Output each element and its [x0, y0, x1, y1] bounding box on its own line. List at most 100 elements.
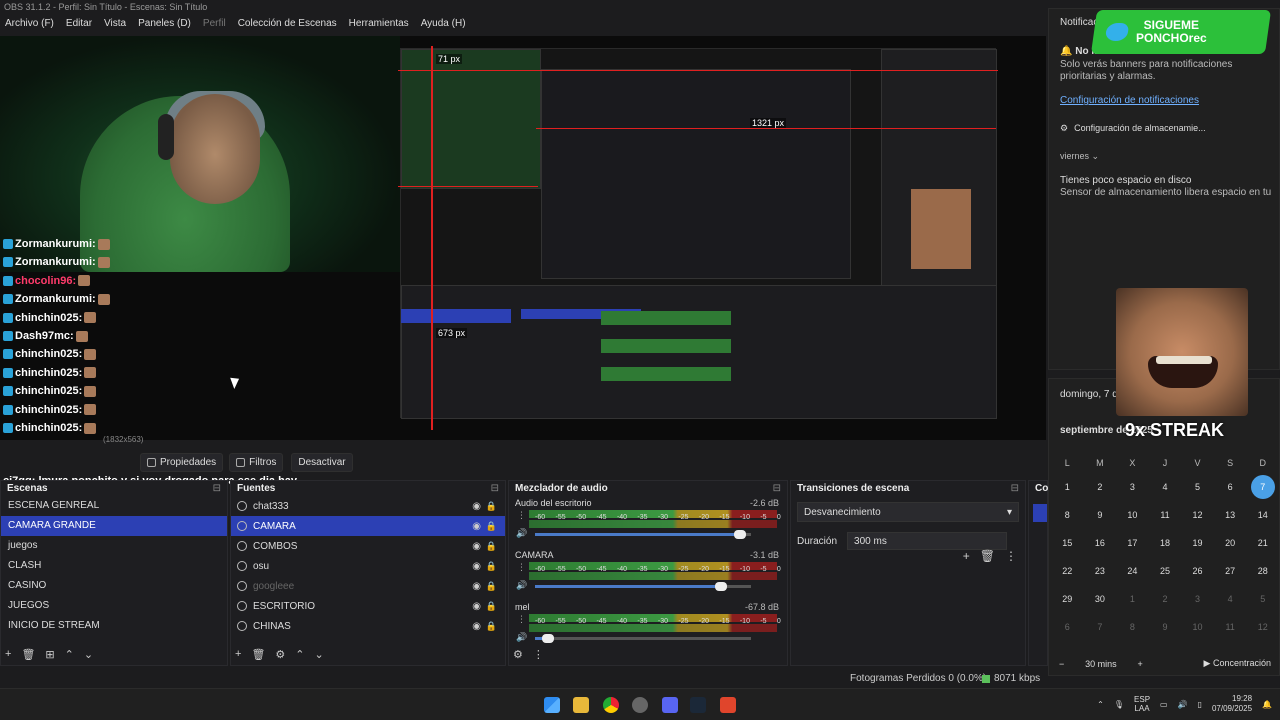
- calendar-day[interactable]: 15: [1051, 530, 1084, 556]
- calendar-day[interactable]: 25: [1149, 558, 1182, 584]
- mixer-more-icon[interactable]: ⋮: [533, 648, 544, 661]
- calendar-day[interactable]: 13: [1214, 502, 1247, 528]
- start-streaming-button[interactable]: [1033, 504, 1047, 522]
- notif-day-group[interactable]: viernes ⌄: [1060, 151, 1099, 162]
- volume-knob[interactable]: [734, 530, 747, 539]
- visibility-eye-icon[interactable]: ◉: [472, 561, 481, 572]
- calendar-day[interactable]: 3: [1181, 586, 1214, 612]
- calendar-day[interactable]: 3: [1116, 474, 1149, 500]
- calendar-day[interactable]: 30: [1084, 586, 1117, 612]
- calendar-day[interactable]: 1: [1116, 586, 1149, 612]
- move-down-button[interactable]: ⌄: [84, 648, 93, 661]
- dock-menu-icon[interactable]: ⊟: [213, 483, 221, 494]
- calendar-day[interactable]: 16: [1084, 530, 1117, 556]
- remove-source-button[interactable]: 🗑: [251, 648, 265, 661]
- calendar-day[interactable]: 5: [1181, 474, 1214, 500]
- scene-item[interactable]: CLASH: [1, 556, 227, 576]
- focus-minus-button[interactable]: −: [1059, 659, 1064, 669]
- calendar-day[interactable]: 4: [1149, 474, 1182, 500]
- calendar-day[interactable]: 18: [1149, 530, 1182, 556]
- disk-warning-title[interactable]: Tienes poco espacio en disco: [1060, 175, 1191, 186]
- calendar-day[interactable]: 14: [1246, 502, 1279, 528]
- visibility-eye-icon[interactable]: ◉: [472, 541, 481, 552]
- source-item[interactable]: CHINAS ◉ 🔒: [231, 616, 505, 636]
- calendar-day[interactable]: 1: [1051, 474, 1084, 500]
- chrome-icon[interactable]: [603, 697, 619, 713]
- scene-item[interactable]: JUEGOS: [1, 596, 227, 616]
- dock-menu-icon[interactable]: ⊟: [1011, 483, 1019, 494]
- lock-icon[interactable]: 🔒: [486, 541, 497, 552]
- calendar-day[interactable]: 11: [1214, 614, 1247, 640]
- lock-icon[interactable]: 🔒: [486, 501, 497, 512]
- volume-knob[interactable]: [541, 634, 554, 643]
- scene-item[interactable]: CAMARA GRANDE: [1, 516, 227, 536]
- volume-slider[interactable]: [535, 530, 751, 539]
- source-item[interactable]: CAMARA ◉ 🔒: [231, 516, 505, 536]
- lock-icon[interactable]: 🔒: [486, 561, 497, 572]
- clock[interactable]: 19:28 07/09/2025: [1212, 694, 1252, 714]
- move-down-button[interactable]: ⌄: [315, 648, 324, 661]
- source-item[interactable]: googleee ◉ 🔒: [231, 576, 505, 596]
- scene-item[interactable]: INICIO DE STREAM: [1, 616, 227, 636]
- calendar-day[interactable]: 8: [1116, 614, 1149, 640]
- channel-menu-icon[interactable]: ⋮: [517, 510, 526, 521]
- file-explorer-icon[interactable]: [573, 697, 589, 713]
- source-settings-button[interactable]: ⚙: [275, 648, 285, 661]
- visibility-eye-icon[interactable]: ◉: [472, 621, 481, 632]
- remove-scene-button[interactable]: 🗑: [21, 648, 35, 661]
- deactivate-button[interactable]: Desactivar: [291, 452, 353, 472]
- calendar-day[interactable]: 12: [1181, 502, 1214, 528]
- filter-scene-button[interactable]: ⊞: [45, 648, 54, 661]
- calendar-day[interactable]: 9: [1149, 614, 1182, 640]
- mixer-settings-icon[interactable]: ⚙: [513, 648, 523, 661]
- scene-item[interactable]: CASINO: [1, 576, 227, 596]
- add-scene-button[interactable]: +: [5, 648, 11, 661]
- lock-icon[interactable]: 🔒: [486, 621, 497, 632]
- scene-item[interactable]: ESCENA GENREAL: [1, 496, 227, 516]
- speaker-icon[interactable]: 🔊: [516, 580, 527, 591]
- duration-input[interactable]: 300 ms: [847, 532, 1008, 550]
- calendar-day[interactable]: 8: [1051, 502, 1084, 528]
- source-item[interactable]: chat333 ◉ 🔒: [231, 496, 505, 516]
- menu-item-5[interactable]: Colección de Escenas: [237, 16, 338, 34]
- mic-icon[interactable]: 🎙: [1114, 700, 1124, 709]
- speaker-icon[interactable]: 🔊: [516, 528, 527, 539]
- lock-icon[interactable]: 🔒: [486, 521, 497, 532]
- calendar-day[interactable]: 4: [1214, 586, 1247, 612]
- visibility-eye-icon[interactable]: ◉: [472, 581, 481, 592]
- menu-item-2[interactable]: Vista: [103, 16, 127, 34]
- battery-icon[interactable]: ▯: [1198, 700, 1202, 709]
- calendar-day[interactable]: 6: [1214, 474, 1247, 500]
- properties-button[interactable]: Propiedades: [140, 452, 224, 472]
- calendar-day[interactable]: 6: [1051, 614, 1084, 640]
- calendar-day[interactable]: 11: [1149, 502, 1182, 528]
- calendar-day[interactable]: 22: [1051, 558, 1084, 584]
- calendar-day[interactable]: 2: [1084, 474, 1117, 500]
- steam-icon[interactable]: [690, 697, 706, 713]
- obs-icon[interactable]: [632, 697, 648, 713]
- filters-button[interactable]: Filtros: [229, 452, 284, 472]
- calendar-day[interactable]: 2: [1149, 586, 1182, 612]
- calendar-day[interactable]: 12: [1246, 614, 1279, 640]
- calendar-day[interactable]: 9: [1084, 502, 1117, 528]
- volume-icon[interactable]: 🔊: [1178, 700, 1188, 709]
- visibility-eye-icon[interactable]: ◉: [472, 521, 481, 532]
- start-icon[interactable]: [544, 697, 560, 713]
- network-icon[interactable]: ▭: [1160, 700, 1168, 709]
- dock-menu-icon[interactable]: ⊟: [773, 483, 781, 494]
- scene-item[interactable]: juegos: [1, 536, 227, 556]
- calendar-day[interactable]: 29: [1051, 586, 1084, 612]
- calendar-day[interactable]: 28: [1246, 558, 1279, 584]
- notification-bell-icon[interactable]: 🔔: [1262, 700, 1272, 709]
- transition-select[interactable]: Desvanecimiento ▾: [797, 502, 1019, 522]
- visibility-eye-icon[interactable]: ◉: [472, 501, 481, 512]
- lock-icon[interactable]: 🔒: [486, 601, 497, 612]
- calendar-day[interactable]: 21: [1246, 530, 1279, 556]
- channel-menu-icon[interactable]: ⋮: [517, 614, 526, 625]
- calendar-day[interactable]: 27: [1214, 558, 1247, 584]
- calendar-day[interactable]: 7: [1084, 614, 1117, 640]
- calendar-day[interactable]: 10: [1116, 502, 1149, 528]
- transition-more-icon[interactable]: ⋮: [1005, 549, 1017, 563]
- visibility-eye-icon[interactable]: ◉: [472, 601, 481, 612]
- calendar-day[interactable]: 10: [1181, 614, 1214, 640]
